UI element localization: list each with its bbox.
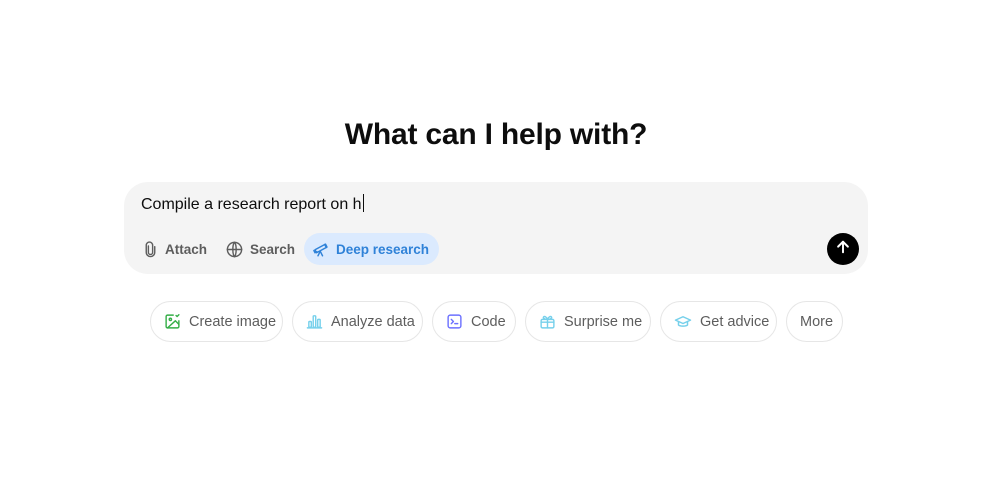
create-image-chip[interactable]: Create image: [150, 301, 283, 342]
paperclip-icon: [142, 240, 159, 258]
telescope-icon: [312, 240, 330, 258]
send-button[interactable]: [827, 233, 859, 265]
graduation-cap-icon: [674, 313, 692, 331]
search-label: Search: [250, 241, 296, 257]
chip-label: More: [800, 313, 834, 330]
text-caret: [362, 194, 364, 212]
surprise-me-chip[interactable]: Surprise me: [525, 301, 651, 342]
code-chip[interactable]: Code: [432, 301, 516, 342]
terminal-icon: [446, 313, 463, 330]
page-title: What can I help with?: [344, 118, 648, 151]
bar-chart-icon: [306, 313, 323, 330]
chip-label: Surprise me: [564, 313, 643, 330]
chip-label: Code: [471, 313, 506, 330]
prompt-composer: Compile a research report on h Attach Se…: [124, 182, 868, 274]
chip-label: Analyze data: [331, 313, 415, 330]
deep-research-label: Deep research: [336, 241, 430, 257]
more-chip[interactable]: More: [786, 301, 843, 342]
globe-icon: [225, 240, 244, 259]
analyze-data-chip[interactable]: Analyze data: [292, 301, 423, 342]
gift-icon: [539, 313, 556, 330]
search-button[interactable]: Search: [221, 233, 299, 265]
arrow-up-icon: [834, 238, 852, 261]
chip-label: Create image: [189, 313, 277, 330]
image-icon: [164, 313, 181, 330]
attach-label: Attach: [165, 241, 208, 257]
deep-research-button[interactable]: Deep research: [304, 233, 440, 265]
attach-button[interactable]: Attach: [138, 233, 211, 265]
prompt-input[interactable]: Compile a research report on h: [141, 194, 841, 216]
chip-label: Get advice: [700, 313, 770, 330]
get-advice-chip[interactable]: Get advice: [660, 301, 777, 342]
prompt-input-value: Compile a research report on h: [141, 196, 362, 213]
